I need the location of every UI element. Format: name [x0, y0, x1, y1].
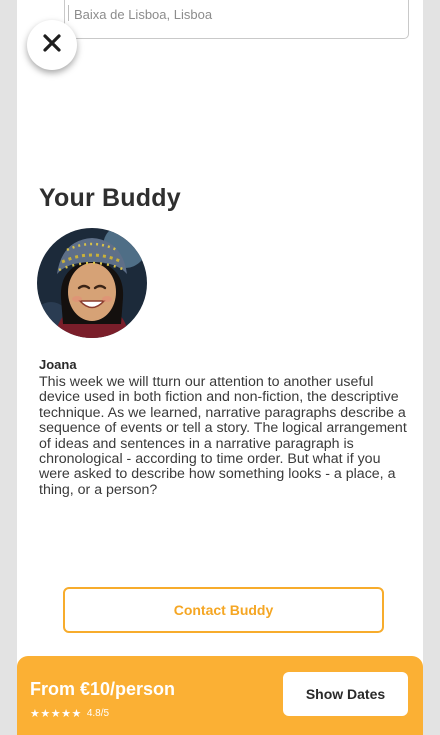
price-label: From €10/person — [30, 679, 176, 699]
section-title: Your Buddy — [39, 184, 181, 212]
app-frame: Baixa de Lisboa, Lisboa Your Buddy Joana… — [17, 0, 423, 735]
rating: ★★★★★ 4.8/5 — [30, 707, 109, 720]
show-dates-button[interactable]: Show Dates — [283, 672, 408, 716]
star-icon: ★★★★★ — [30, 708, 82, 720]
buddy-name: Joana — [39, 357, 77, 372]
location-field[interactable]: Baixa de Lisboa, Lisboa — [64, 0, 409, 39]
close-icon — [42, 33, 62, 58]
location-field-divider — [68, 5, 69, 21]
location-field-value: Baixa de Lisboa, Lisboa — [74, 7, 213, 22]
buddy-bio: This week we will tturn our attention to… — [39, 374, 407, 498]
close-button[interactable] — [27, 20, 77, 70]
avatar — [37, 228, 147, 338]
contact-buddy-button[interactable]: Contact Buddy — [63, 587, 384, 633]
rating-value: 4.8/5 — [86, 708, 110, 719]
booking-bar: From €10/person ★★★★★ 4.8/5 Show Dates — [17, 656, 423, 735]
